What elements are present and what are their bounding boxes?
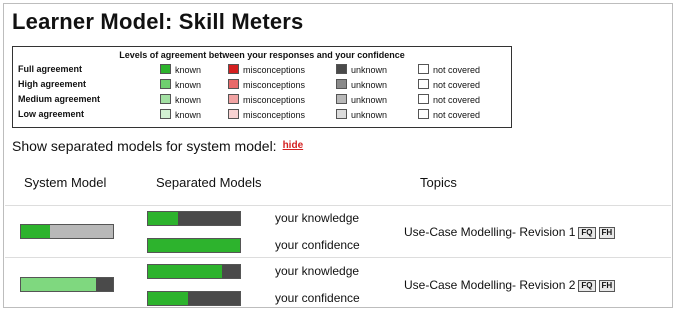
legend-misconceptions: misconceptions xyxy=(228,79,305,91)
legend-row-name: Low agreement xyxy=(18,109,85,119)
color-swatch xyxy=(418,109,429,119)
unknown-segment xyxy=(50,225,113,238)
unknown-segment xyxy=(96,278,113,291)
color-swatch xyxy=(228,109,239,119)
legend-unknown: unknown xyxy=(336,64,387,76)
known-segment xyxy=(148,265,222,278)
legend-label: unknown xyxy=(351,110,388,120)
known-segment xyxy=(21,278,97,291)
color-swatch xyxy=(228,64,239,74)
hide-link[interactable]: hide xyxy=(283,140,304,151)
show-separated-text: Show separated models for system model: xyxy=(12,138,277,154)
confidence-meter xyxy=(147,291,241,306)
color-swatch xyxy=(160,109,171,119)
legend-label: known xyxy=(175,95,202,105)
unknown-segment xyxy=(187,292,240,305)
legend-known: known xyxy=(160,109,201,121)
color-swatch xyxy=(228,94,239,104)
known-segment xyxy=(148,239,240,252)
confidence-meter xyxy=(147,238,241,253)
legend-label: not covered xyxy=(433,80,481,90)
legend-unknown: unknown xyxy=(336,94,387,106)
legend-label: known xyxy=(175,110,202,120)
color-swatch xyxy=(336,94,347,104)
known-segment xyxy=(148,292,188,305)
legend-label: unknown xyxy=(351,80,388,90)
agreement-legend: Levels of agreement between your respons… xyxy=(12,46,512,128)
system-model-meter xyxy=(20,224,114,239)
known-segment xyxy=(21,225,51,238)
color-swatch xyxy=(336,109,347,119)
fh-button[interactable]: FH xyxy=(598,280,616,292)
legend-misconceptions: misconceptions xyxy=(228,64,305,76)
color-swatch xyxy=(336,64,347,74)
knowledge-label: your knowledge xyxy=(275,264,360,278)
color-swatch xyxy=(418,79,429,89)
legend-label: unknown xyxy=(351,65,388,75)
known-segment xyxy=(148,212,179,225)
legend-unknown: unknown xyxy=(336,79,387,91)
system-model-meter xyxy=(20,277,114,292)
legend-label: unknown xyxy=(351,95,388,105)
legend-label: misconceptions xyxy=(243,95,306,105)
confidence-label: your confidence xyxy=(275,238,360,252)
color-swatch xyxy=(160,64,171,74)
knowledge-meter xyxy=(147,211,241,226)
topic-name: Use-Case Modelling- Revision 2 FQ FH xyxy=(404,278,616,292)
fq-button[interactable]: FQ xyxy=(578,280,596,292)
legend-row-name: Full agreement xyxy=(18,64,83,74)
color-swatch xyxy=(418,94,429,104)
column-separated-models: Separated Models xyxy=(156,175,262,190)
legend-row-name: Medium agreement xyxy=(18,94,101,104)
column-topics: Topics xyxy=(420,175,457,190)
legend-known: known xyxy=(160,64,201,76)
color-swatch xyxy=(418,64,429,74)
legend-misconceptions: misconceptions xyxy=(228,109,305,121)
legend-row-name: High agreement xyxy=(18,79,87,89)
color-swatch xyxy=(336,79,347,89)
color-swatch xyxy=(160,79,171,89)
color-swatch xyxy=(160,94,171,104)
legend-known: known xyxy=(160,94,201,106)
legend-not-covered: not covered xyxy=(418,79,480,91)
legend-misconceptions: misconceptions xyxy=(228,94,305,106)
divider xyxy=(5,205,671,206)
legend-label: known xyxy=(175,80,202,90)
knowledge-label: your knowledge xyxy=(275,211,360,225)
topic-name: Use-Case Modelling- Revision 1 FQ FH xyxy=(404,225,616,239)
page-title: Learner Model: Skill Meters xyxy=(12,9,304,34)
column-system-model: System Model xyxy=(24,175,107,190)
unknown-segment xyxy=(178,212,240,225)
confidence-label: your confidence xyxy=(275,291,360,305)
legend-label: misconceptions xyxy=(243,110,306,120)
knowledge-meter xyxy=(147,264,241,279)
legend-heading: Levels of agreement between your respons… xyxy=(119,50,405,60)
fh-button[interactable]: FH xyxy=(598,227,616,239)
unknown-segment xyxy=(221,265,240,278)
show-separated-line: Show separated models for system model: h… xyxy=(12,138,303,154)
legend-unknown: unknown xyxy=(336,109,387,121)
color-swatch xyxy=(228,79,239,89)
legend-not-covered: not covered xyxy=(418,109,480,121)
legend-label: misconceptions xyxy=(243,80,306,90)
divider xyxy=(5,257,671,258)
legend-label: misconceptions xyxy=(243,65,306,75)
fq-button[interactable]: FQ xyxy=(578,227,596,239)
legend-label: known xyxy=(175,65,202,75)
legend-known: known xyxy=(160,79,201,91)
legend-label: not covered xyxy=(433,110,481,120)
legend-not-covered: not covered xyxy=(418,64,480,76)
legend-label: not covered xyxy=(433,65,481,75)
legend-label: not covered xyxy=(433,95,481,105)
legend-not-covered: not covered xyxy=(418,94,480,106)
